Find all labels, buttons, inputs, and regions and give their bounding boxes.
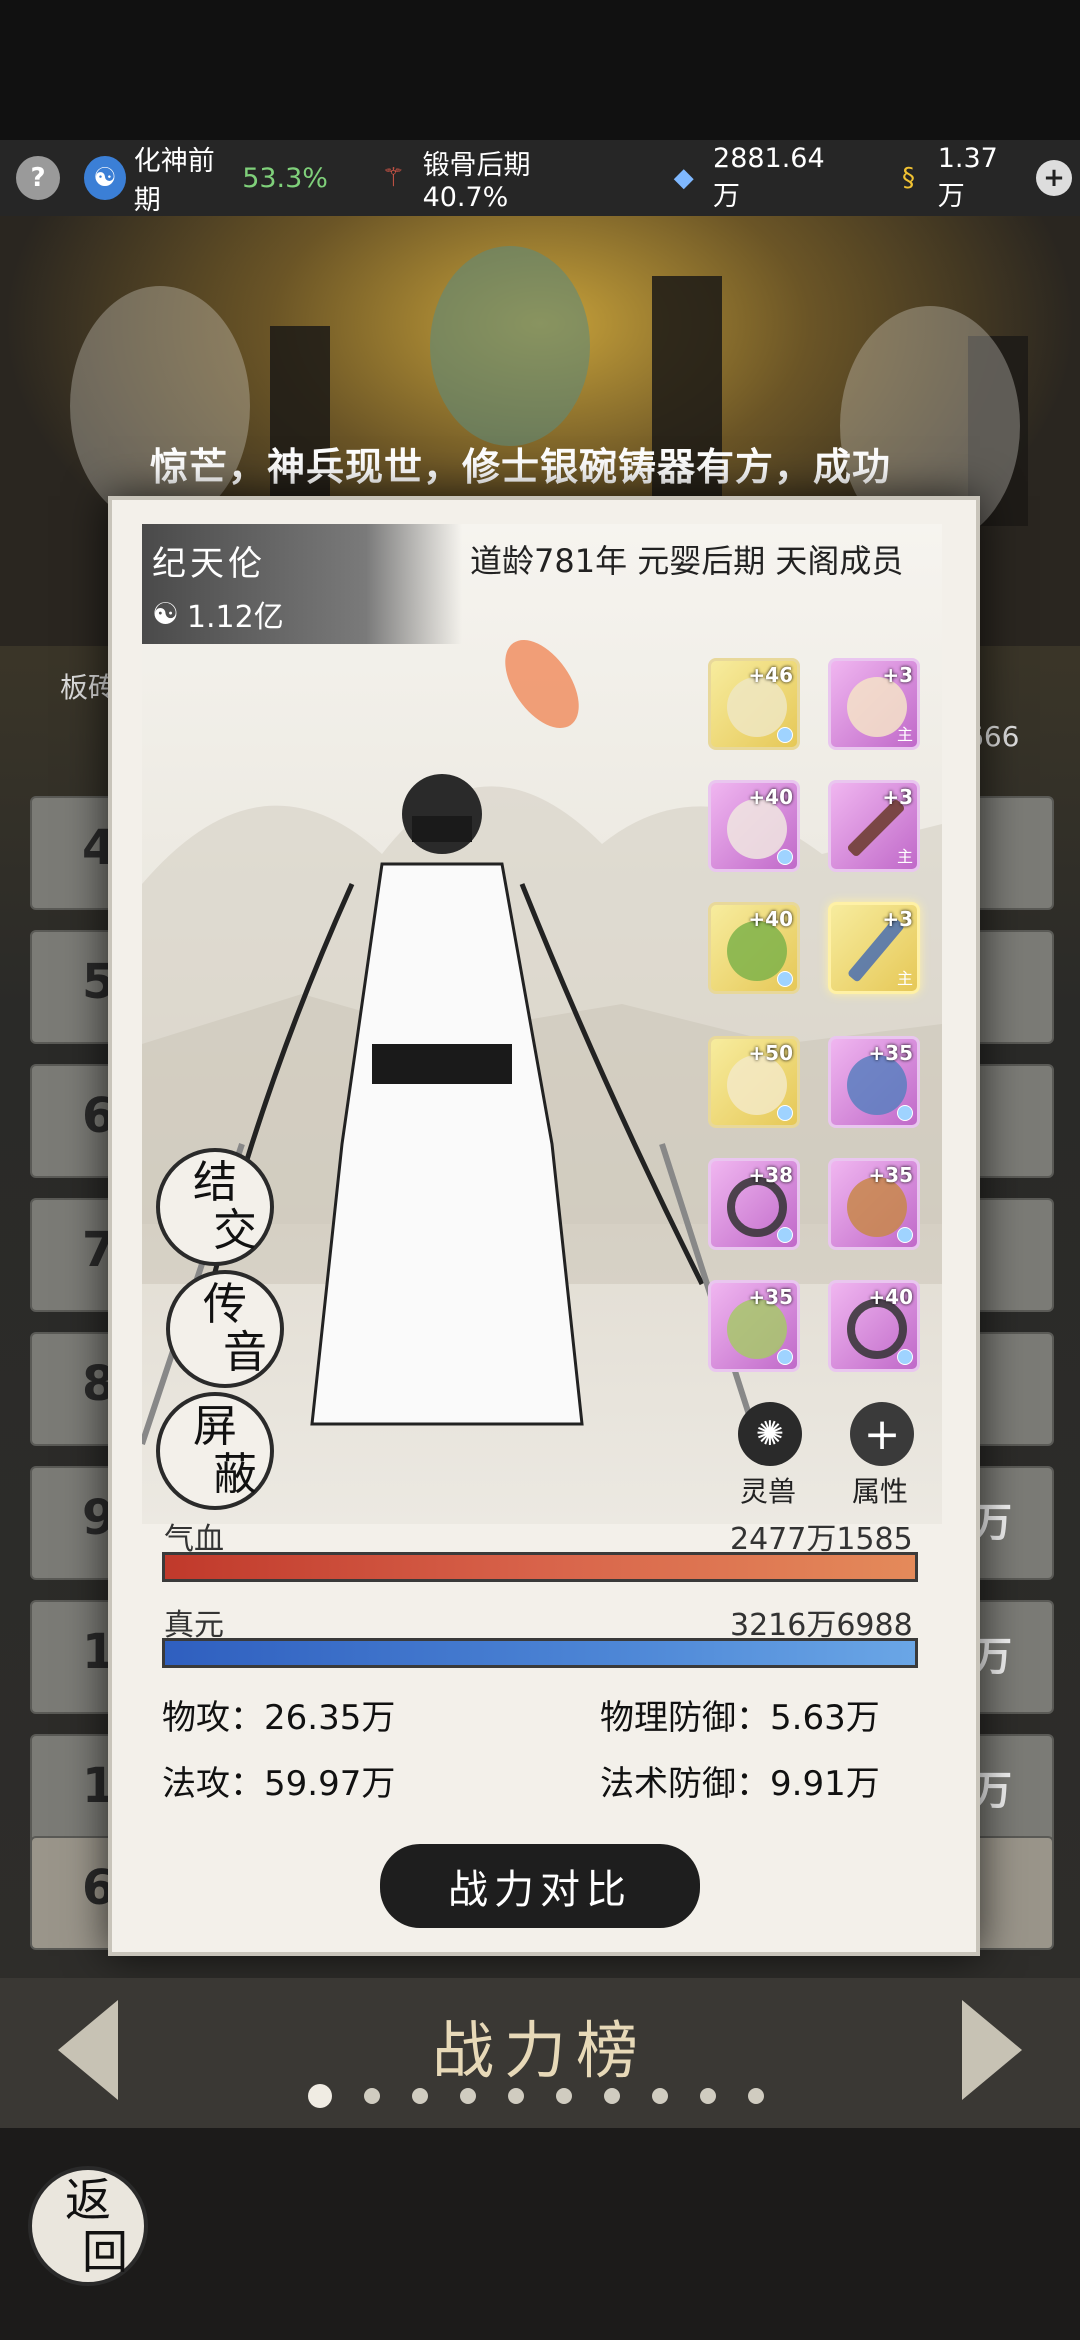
gem-icon [777, 971, 793, 987]
equip-level: +46 [748, 663, 793, 687]
player-name: 纪天伦 [152, 544, 266, 584]
gold-ingot-icon: § [901, 163, 915, 193]
equip-level: +35 [868, 1163, 913, 1187]
befriend-char: 交 [213, 1205, 257, 1256]
player-power: ☯ 1.12亿 [152, 592, 284, 636]
equip-level: +40 [748, 785, 793, 809]
gem-icon [777, 1105, 793, 1121]
gem-icon [777, 727, 793, 743]
page-dot[interactable] [652, 2088, 668, 2104]
gem-icon [897, 1227, 913, 1243]
befriend-button[interactable]: 结交 [156, 1148, 274, 1266]
message-button[interactable]: 传音 [166, 1270, 284, 1388]
gem-icon [777, 1227, 793, 1243]
magic-defense: 法术防御：9.91万 [600, 1764, 880, 1804]
gem-icon [897, 1105, 913, 1121]
back-char: 回 [82, 2225, 128, 2279]
help-button[interactable]: ? [16, 156, 68, 200]
back-char: 返 [65, 2173, 111, 2227]
equip-level: +35 [748, 1285, 793, 1309]
befriend-char: 结 [193, 1157, 237, 1208]
compare-power-button[interactable]: 战力对比 [380, 1844, 700, 1928]
physical-defense: 物理防御：5.63万 [600, 1698, 880, 1738]
gem-icon [897, 1349, 913, 1365]
equipment-slot-robe[interactable]: +35 [828, 1036, 920, 1128]
page-dot[interactable] [748, 2088, 764, 2104]
yin-yang-icon: ☯ [152, 596, 179, 632]
equipment-slot-lotus[interactable]: +3 主 [828, 658, 920, 750]
gem-icon [777, 849, 793, 865]
add-currency-button[interactable]: + [1036, 160, 1080, 196]
resource-bar: ? ☯ 化神前期 53.3% ⚚ 锻骨后期 40.7% ◆ 2881.64万 §… [0, 140, 1080, 216]
equip-level: +3 [882, 785, 913, 809]
page-dot[interactable] [412, 2088, 428, 2104]
message-char: 传 [203, 1279, 247, 1330]
equipment-slot-armor[interactable]: +40 [708, 780, 800, 872]
magic-attack: 法攻：59.97万 [162, 1764, 396, 1804]
ranking-title: 战力榜 [431, 2014, 648, 2087]
help-icon: ? [16, 156, 60, 200]
page-dot[interactable] [460, 2088, 476, 2104]
spirit-stone-counter: ◆ 2881.64万 [662, 143, 847, 213]
player-info: 道龄781年 元婴后期 天阁成员 [470, 542, 904, 580]
equipment-slot-beads[interactable]: +38 [708, 1158, 800, 1250]
gold-amount: 1.37万 [937, 143, 998, 212]
equip-level: +40 [868, 1285, 913, 1309]
page-dot[interactable] [700, 2088, 716, 2104]
realm-percent: 53.3% [242, 162, 328, 194]
equipment-slot-pendant[interactable]: +40 [708, 902, 800, 994]
equipment-slot-scroll[interactable]: +50 [708, 1036, 800, 1128]
page-dot[interactable] [308, 2084, 332, 2108]
equip-level: +40 [748, 907, 793, 931]
page-indicator [308, 2084, 796, 2108]
bottom-area [0, 2128, 1080, 2340]
spirit-beast-icon: ✺ [755, 1414, 785, 1454]
realm-label: 化神前期 [133, 146, 215, 216]
equip-level: +35 [868, 1041, 913, 1065]
announcement-marquee: 惊芒，神兵现世，修士银碗铸器有方，成功 [150, 445, 892, 489]
equipment-slot-beads-2[interactable]: +40 [828, 1280, 920, 1372]
block-char: 蔽 [213, 1449, 257, 1500]
body-realm-label: 锻骨后期 40.7% [422, 150, 531, 213]
equipment-slot-gourd[interactable]: +35 [828, 1158, 920, 1250]
equip-level: +38 [748, 1163, 793, 1187]
block-button[interactable]: 屏蔽 [156, 1392, 274, 1510]
message-char: 音 [223, 1327, 267, 1378]
spirit-stone-icon: ◆ [673, 163, 694, 193]
page-dot[interactable] [508, 2088, 524, 2104]
plus-icon: + [1036, 160, 1072, 196]
mp-bar [162, 1638, 918, 1668]
plus-icon: + [863, 1408, 901, 1460]
gold-counter: § 1.37万 [887, 143, 1022, 213]
spirit-beast-button[interactable]: ✺ [738, 1402, 802, 1466]
attributes-button[interactable]: + [850, 1402, 914, 1466]
spirit-beast-label: 灵兽 [740, 1475, 797, 1508]
main-mark: 主 [896, 969, 913, 988]
block-char: 屏 [193, 1401, 237, 1452]
equip-level: +3 [882, 907, 913, 931]
equipment-slot-jade[interactable]: +35 [708, 1280, 800, 1372]
equipment-slot-sword[interactable]: +3 主 [828, 902, 920, 994]
attributes-label: 属性 [852, 1475, 909, 1508]
cultivation-realm[interactable]: ☯ 化神前期 53.3% [84, 139, 328, 217]
main-mark: 主 [896, 847, 913, 866]
next-arrow-icon[interactable] [962, 2000, 1022, 2100]
physical-attack: 物攻：26.35万 [162, 1698, 396, 1738]
yin-yang-icon: ☯ [84, 156, 126, 200]
main-mark: 主 [896, 725, 913, 744]
body-realm[interactable]: ⚚ 锻骨后期 40.7% [372, 143, 618, 213]
equipment-slot-fan[interactable]: +46 [708, 658, 800, 750]
page-dot[interactable] [364, 2088, 380, 2104]
player-power-value: 1.12亿 [186, 600, 284, 635]
body-tempering-icon: ⚚ [381, 163, 405, 193]
equipment-slot-staff[interactable]: +3 主 [828, 780, 920, 872]
equip-level: +50 [748, 1041, 793, 1065]
hp-bar [162, 1552, 918, 1582]
gem-icon [777, 1349, 793, 1365]
page-dot[interactable] [556, 2088, 572, 2104]
page-dot[interactable] [604, 2088, 620, 2104]
equip-level: +3 [882, 663, 913, 687]
back-button[interactable]: 返 回 [28, 2166, 148, 2286]
spirit-stone-amount: 2881.64万 [713, 143, 825, 212]
